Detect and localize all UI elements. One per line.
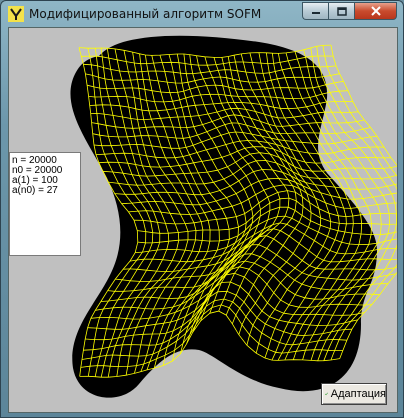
maximize-icon (336, 6, 347, 16)
maximize-button[interactable] (328, 2, 354, 20)
info-line-an0: a(n0) = 27 (12, 185, 58, 196)
minimize-button[interactable] (302, 2, 328, 20)
close-icon (370, 6, 381, 16)
adapt-button[interactable]: Адаптация (321, 383, 387, 405)
info-panel: n = 20000 n0 = 20000 a(1) = 100 a(n0) = … (9, 152, 81, 256)
checkmark-icon (325, 392, 328, 396)
caption-buttons (302, 2, 397, 20)
client-area: n = 20000 n0 = 20000 a(1) = 100 a(n0) = … (8, 27, 398, 413)
title-bar[interactable]: Модифицированный алгоритм SOFM (1, 1, 403, 27)
adapt-button-label: Адаптация (330, 388, 386, 400)
window-title: Модифицированный алгоритм SOFM (29, 7, 262, 21)
close-button[interactable] (354, 2, 397, 20)
app-window: Модифицированный алгоритм SOFM n = 20000… (0, 0, 404, 418)
minimize-icon (311, 12, 320, 14)
app-icon (8, 6, 24, 22)
